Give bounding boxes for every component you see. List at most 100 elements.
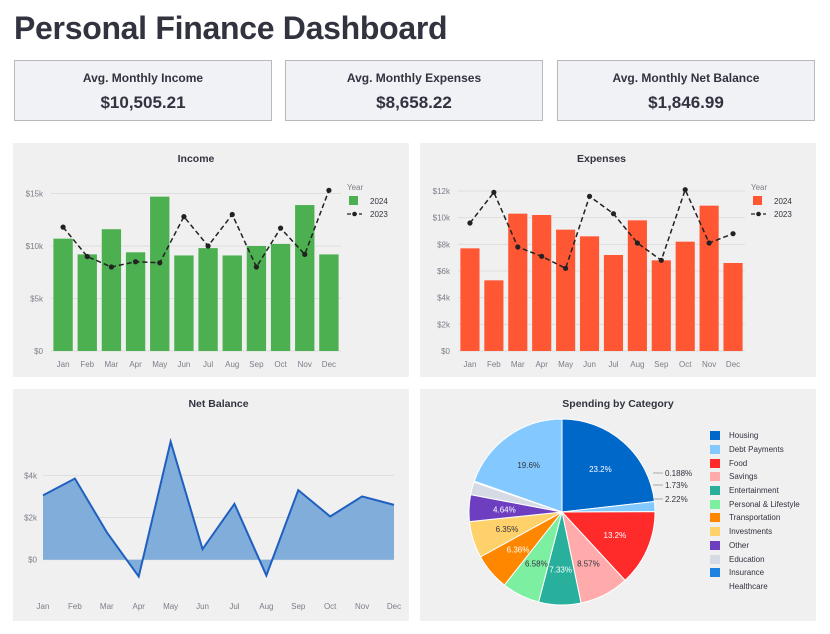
legend-swatch — [710, 499, 720, 509]
y-tick-label: $6k — [437, 267, 451, 276]
legend-item[interactable]: Transportation — [710, 511, 800, 525]
line-point — [205, 243, 211, 249]
y-tick-label: $4k — [24, 471, 38, 480]
slice-label: 0.188% — [665, 469, 692, 478]
legend-label: Housing — [729, 431, 759, 441]
bar — [723, 263, 743, 351]
slice-label: 23.2% — [589, 465, 612, 474]
x-tick-label: Jan — [464, 360, 477, 369]
x-tick-label: May — [163, 602, 178, 611]
legend-item[interactable]: Investments — [710, 525, 800, 539]
bar — [295, 205, 315, 351]
bar — [627, 220, 647, 351]
legend-label-2023: 2023 — [370, 210, 388, 219]
y-tick-label: $15k — [26, 190, 44, 199]
line-point — [157, 260, 163, 266]
line-point — [586, 193, 593, 199]
x-tick-label: Aug — [225, 360, 239, 369]
x-tick-label: Mar — [100, 602, 114, 611]
legend-marker-2023 — [756, 211, 761, 217]
bar — [532, 215, 552, 351]
y-tick-label: $2k — [437, 320, 451, 329]
legend-label: Savings — [729, 472, 758, 482]
bar — [246, 246, 267, 351]
line-point — [253, 264, 260, 270]
legend-swatch — [710, 431, 720, 441]
line-point — [302, 251, 308, 257]
legend-title: Year — [751, 183, 768, 192]
y-tick-label: $2k — [24, 514, 38, 523]
legend-swatch — [710, 458, 720, 468]
y-tick-label: $0 — [28, 556, 37, 565]
legend-item[interactable]: Education — [710, 552, 800, 566]
legend-item[interactable]: Savings — [710, 470, 800, 484]
legend-item[interactable]: Debt Payments — [710, 443, 800, 457]
legend-item[interactable]: Other — [710, 539, 800, 553]
slice-label: 13.2% — [604, 531, 627, 540]
legend-item[interactable]: Housing — [710, 429, 800, 443]
bar — [53, 238, 73, 351]
x-tick-label: Dec — [322, 360, 336, 369]
x-tick-label: Apr — [535, 360, 548, 369]
net-balance-chart-svg: Net Balance $0 $2k $4k Jan Feb Mar Apr May Jun Jul… — [24, 398, 401, 611]
legend-swatch — [710, 445, 720, 455]
bar — [460, 248, 480, 351]
line-point — [515, 244, 521, 250]
x-tick-label: Nov — [355, 602, 369, 611]
expenses-chart-svg: Expenses $0 $2k $4k $6k $8k $10k $12k Jan Feb Mar A… — [433, 153, 793, 369]
net-balance-chart[interactable]: Net Balance $0 $2k $4k Jan Feb Mar Apr May Jun Jul… — [13, 389, 409, 621]
line-point — [610, 211, 617, 217]
x-tick-label: Oct — [324, 602, 337, 611]
x-tick-label: Dec — [726, 360, 740, 369]
slice-label: 2.22% — [665, 495, 688, 504]
slice-label: 6.36% — [507, 545, 530, 554]
x-tick-label: Oct — [274, 360, 287, 369]
x-tick-label: Feb — [80, 360, 94, 369]
metric-value: $1,846.99 — [648, 93, 724, 112]
income-chart[interactable]: Income $0 $5k $10k $15k Jan Feb Mar Apr May Jun Jul… — [13, 143, 409, 377]
line-point — [326, 187, 332, 193]
line-point — [84, 253, 90, 260]
x-tick-label: Sep — [291, 602, 306, 611]
x-tick-label: Jan — [37, 602, 50, 611]
metric-label: Avg. Monthly Income — [82, 71, 204, 85]
line-point — [277, 225, 284, 231]
legend-item[interactable]: Insurance — [710, 566, 800, 580]
x-tick-label: Mar — [105, 360, 119, 369]
bar — [484, 280, 504, 351]
legend-swatch — [710, 527, 720, 537]
legend-label: Investments — [729, 527, 773, 537]
x-tick-label: Jun — [583, 360, 596, 369]
legend-label: Transportation — [729, 513, 781, 523]
metric-label: Avg. Monthly Expenses — [346, 71, 482, 85]
bar — [270, 243, 291, 351]
legend-label-2024: 2024 — [370, 197, 388, 206]
y-tick-label: $10k — [433, 214, 451, 223]
expenses-chart[interactable]: Expenses $0 $2k $4k $6k $8k $10k $12k Jan Feb Mar A… — [420, 143, 816, 377]
chart-title: Income — [178, 153, 215, 165]
x-tick-label: Apr — [129, 360, 142, 369]
x-tick-label: Mar — [511, 360, 525, 369]
line-point — [467, 220, 473, 226]
legend-item[interactable]: Entertainment — [710, 484, 800, 498]
bar — [222, 255, 242, 351]
legend-item[interactable]: Personal & Lifestyle — [710, 497, 800, 511]
bar — [651, 260, 671, 351]
line-point — [634, 240, 640, 246]
bar — [508, 213, 528, 351]
bar — [198, 248, 218, 351]
bar — [675, 241, 695, 351]
legend-swatch-2024 — [753, 196, 762, 205]
legend-item[interactable]: Healthcare — [710, 580, 800, 594]
legend-swatch-2024 — [349, 196, 358, 205]
spending-pie-chart[interactable]: Spending by Category 23.2% 13.2% 8.57% 7.33%… — [420, 389, 816, 621]
line-point — [229, 211, 235, 218]
x-tick-label: Jul — [608, 360, 618, 369]
legend-label: Food — [729, 458, 748, 468]
line-point — [563, 265, 569, 271]
line-point — [682, 187, 688, 193]
x-tick-label: Jul — [203, 360, 213, 369]
legend-item[interactable]: Food — [710, 456, 800, 470]
legend-label: Debt Payments — [729, 445, 784, 455]
x-tick-label: Jun — [196, 602, 209, 611]
